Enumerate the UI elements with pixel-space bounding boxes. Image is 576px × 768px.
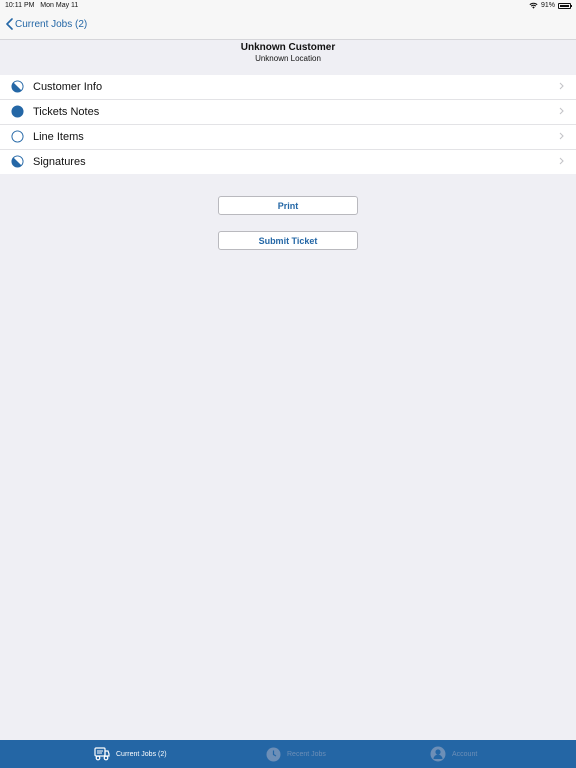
- half-circle-icon: [11, 80, 24, 93]
- filled-circle-icon: [11, 105, 24, 118]
- nav-bar: Current Jobs (2): [0, 12, 576, 40]
- empty-circle-icon: [11, 130, 24, 143]
- tab-current-jobs[interactable]: Current Jobs (2): [94, 740, 167, 768]
- tab-recent-jobs[interactable]: Recent Jobs: [266, 740, 326, 768]
- back-button[interactable]: Current Jobs (2): [6, 18, 87, 30]
- row-label: Customer Info: [33, 81, 103, 93]
- customer-location: Unknown Location: [255, 54, 321, 63]
- truck-icon: [94, 747, 110, 761]
- half-circle-icon: [11, 155, 24, 168]
- battery-icon: [558, 2, 572, 9]
- tab-label: Current Jobs (2): [116, 750, 167, 758]
- clock-icon: [266, 747, 281, 761]
- tab-account[interactable]: Account: [430, 740, 477, 768]
- section-list: Customer Info Tickets Notes Line Items S…: [0, 75, 576, 174]
- chevron-right-icon: [559, 107, 564, 115]
- row-line-items[interactable]: Line Items: [0, 125, 576, 150]
- ticket-header: Unknown Customer Unknown Location: [0, 40, 576, 74]
- customer-name: Unknown Customer: [240, 42, 336, 53]
- chevron-right-icon: [559, 82, 564, 90]
- chevron-right-icon: [559, 132, 564, 140]
- submit-ticket-button[interactable]: Submit Ticket: [218, 231, 358, 250]
- tab-bar: Current Jobs (2) Recent Jobs Account: [0, 740, 576, 768]
- back-button-label: Current Jobs (2): [15, 18, 88, 30]
- row-customer-info[interactable]: Customer Info: [0, 75, 576, 100]
- chevron-right-icon: [559, 157, 564, 165]
- chevron-left-icon: [6, 18, 13, 30]
- wifi-icon: [529, 2, 538, 9]
- row-tickets-notes[interactable]: Tickets Notes: [0, 100, 576, 125]
- print-button[interactable]: Print: [218, 196, 358, 215]
- status-date-text: Mon May 11: [40, 2, 79, 9]
- row-signatures[interactable]: Signatures: [0, 150, 576, 174]
- status-time-text: 10:11 PM: [5, 2, 35, 9]
- person-icon: [430, 746, 446, 762]
- tab-label: Account: [452, 750, 478, 758]
- status-right: 91%: [529, 2, 572, 9]
- row-label: Line Items: [33, 131, 84, 143]
- battery-percent: 91%: [540, 2, 555, 9]
- status-bar: 10:11 PM Mon May 11 91%: [0, 0, 576, 12]
- row-label: Tickets Notes: [33, 106, 100, 118]
- status-time: 10:11 PM Mon May 11: [5, 2, 78, 9]
- tab-label: Recent Jobs: [287, 750, 326, 758]
- row-label: Signatures: [33, 156, 86, 168]
